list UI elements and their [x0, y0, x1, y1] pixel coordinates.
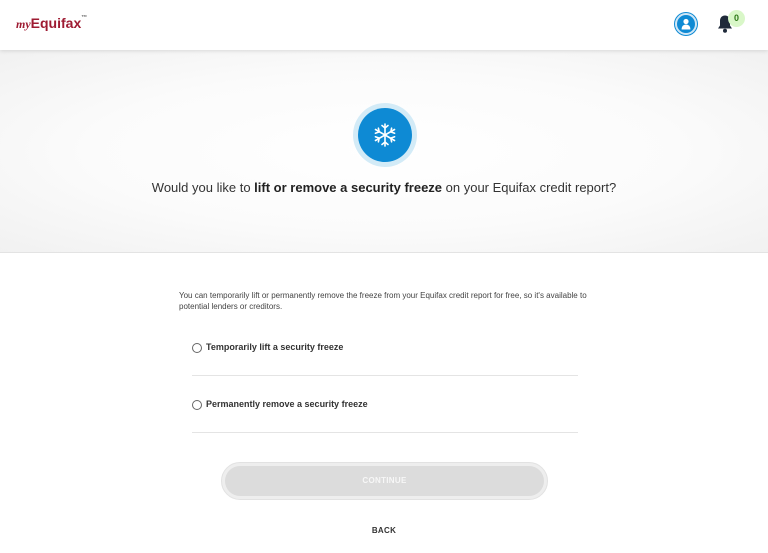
- back-link[interactable]: BACK: [0, 526, 768, 535]
- notification-count-badge: 0: [728, 10, 745, 27]
- option-temporarily-lift[interactable]: Temporarily lift a security freeze: [192, 339, 578, 359]
- option-label: Permanently remove a security freeze: [206, 399, 368, 409]
- logo-trademark: ™: [81, 15, 88, 21]
- freeze-intro-text: You can temporarily lift or permanently …: [179, 291, 587, 311]
- freeze-icon-circle: [358, 108, 412, 162]
- freeze-question: Would you like to lift or remove a secur…: [0, 180, 768, 195]
- option-label: Temporarily lift a security freeze: [206, 342, 344, 352]
- user-account-button[interactable]: [675, 13, 697, 35]
- snowflake-icon: [374, 123, 396, 147]
- temporarily-lift-radio[interactable]: [192, 343, 202, 353]
- option-divider: [192, 375, 578, 376]
- option-divider: [192, 432, 578, 433]
- permanently-remove-radio[interactable]: [192, 400, 202, 410]
- question-prefix: Would you like to: [151, 180, 255, 195]
- myequifax-logo[interactable]: myEquifax™: [16, 15, 87, 32]
- top-header: myEquifax™ 0: [0, 0, 768, 50]
- option-permanently-remove[interactable]: Permanently remove a security freeze: [192, 396, 578, 416]
- question-emphasis: lift or remove a security freeze: [254, 180, 443, 195]
- question-suffix: on your Equifax credit report?: [442, 180, 617, 195]
- continue-button[interactable]: CONTINUE: [225, 466, 544, 496]
- user-icon: [681, 18, 691, 30]
- logo-prefix: my: [16, 17, 31, 31]
- logo-name: Equifax: [30, 15, 82, 31]
